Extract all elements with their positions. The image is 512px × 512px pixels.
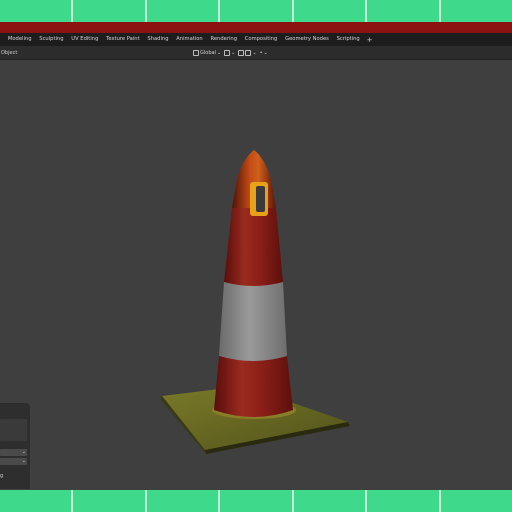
last-operation-panel: ⌄ ⌄ g [0, 403, 30, 489]
3d-viewport[interactable] [0, 60, 512, 490]
proportional-edit-icon: • [259, 49, 263, 56]
mode-label[interactable]: Object [1, 50, 17, 56]
cone-stripe [219, 282, 287, 361]
tab-scripting[interactable]: Scripting [333, 33, 364, 46]
transform-controls: Global ⌄ ⌄ ⌄ • ⌄ [193, 46, 268, 59]
tab-uv-editing[interactable]: UV Editing [67, 33, 102, 46]
top-decorative-bar [0, 0, 512, 22]
title-strip [0, 22, 512, 33]
orientation-icon [193, 49, 199, 56]
cone-light-slot [256, 186, 265, 212]
chevron-down-icon: ⌄ [21, 449, 26, 455]
tab-geometry-nodes[interactable]: Geometry Nodes [281, 33, 333, 46]
tab-compositing[interactable]: Compositing [241, 33, 281, 46]
cone-middle-band [224, 208, 283, 286]
panel-dropdown-2[interactable]: ⌄ [0, 458, 27, 465]
tab-sculpting[interactable]: Sculpting [35, 33, 67, 46]
chevron-down-icon: ⌄ [263, 49, 268, 56]
bottom-decorative-bar [0, 490, 512, 512]
tab-rendering[interactable]: Rendering [207, 33, 241, 46]
snap-target-icon [245, 49, 252, 56]
snap-icon [238, 49, 245, 56]
tab-texture-paint[interactable]: Texture Paint [102, 33, 143, 46]
chevron-down-icon: ⌄ [231, 49, 236, 56]
tab-shading[interactable]: Shading [144, 33, 173, 46]
viewport-header: Object Global ⌄ ⌄ ⌄ • ⌄ [0, 46, 512, 60]
proportional-edit-toggle[interactable]: • ⌄ [260, 50, 268, 56]
workspace-tabs: Modeling Sculpting UV Editing Texture Pa… [0, 33, 512, 46]
chevron-down-icon: ⌄ [252, 49, 257, 56]
panel-header-area [0, 419, 27, 441]
tab-modeling[interactable]: Modeling [4, 33, 35, 46]
orientation-dropdown[interactable]: Global ⌄ [193, 49, 222, 56]
scene-render [161, 150, 350, 454]
orientation-label: Global [200, 49, 216, 56]
pivot-icon [224, 49, 231, 56]
tab-animation[interactable]: Animation [172, 33, 206, 46]
add-workspace-button[interactable]: + [364, 36, 376, 44]
chevron-down-icon: ⌄ [216, 49, 222, 56]
cone-bottom-band [214, 356, 293, 417]
snap-dropdown[interactable]: ⌄ [238, 49, 257, 56]
chevron-down-icon: ⌄ [21, 458, 26, 464]
panel-dropdown-1[interactable]: ⌄ [0, 449, 27, 456]
pivot-dropdown[interactable]: ⌄ [224, 49, 236, 56]
panel-footer-text: g [0, 473, 4, 479]
